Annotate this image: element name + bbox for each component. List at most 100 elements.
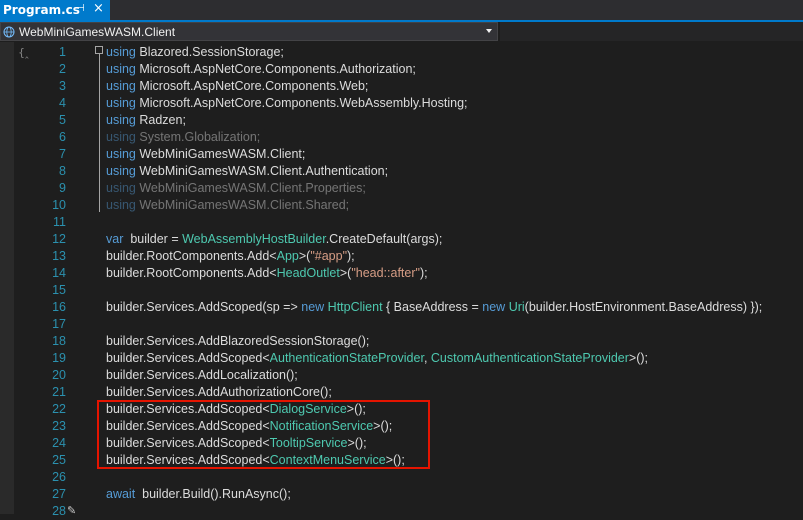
code-token: System.Globalization; [139, 130, 261, 144]
code-line[interactable]: 1 using Blazored.SessionStorage; [0, 44, 803, 61]
code-line[interactable]: 24 builder.Services.AddScoped<TooltipServ… [0, 435, 803, 452]
document-tab-strip: Program.cs ⊣ × [0, 0, 803, 20]
code-line[interactable]: 28 [0, 503, 803, 520]
tab-title: Program.cs [3, 3, 80, 17]
code-text: builder.Services.AddScoped<ContextMenuSe… [106, 452, 405, 469]
code-line[interactable]: 7 using WebMiniGamesWASM.Client; [0, 146, 803, 163]
line-number: 10 [52, 198, 66, 212]
code-line[interactable]: 6 using System.Globalization; [0, 129, 803, 146]
code-token: >(); [385, 453, 405, 467]
code-text: builder.Services.AddScoped<DialogService… [106, 401, 366, 418]
code-editor[interactable]: ✎ 1 using Blazored.SessionStorage; 2 using … [0, 42, 803, 518]
code-line[interactable]: 14 builder.RootComponents.Add<HeadOutlet>… [0, 265, 803, 282]
line-number: 24 [52, 436, 66, 450]
code-line[interactable]: 20 builder.Services.AddLocalization(); [0, 367, 803, 384]
line-number: 3 [59, 79, 66, 93]
code-text: using Radzen; [106, 112, 186, 129]
code-line[interactable]: 15 [0, 282, 803, 299]
code-token: builder = [126, 232, 183, 246]
code-line[interactable]: 3 using Microsoft.AspNetCore.Components.W… [0, 78, 803, 95]
code-token: , [423, 351, 431, 365]
close-icon[interactable]: × [93, 1, 104, 16]
code-line[interactable]: 17 [0, 316, 803, 333]
code-text: builder.Services.AddAuthorizationCore(); [106, 384, 332, 401]
code-token: >(); [347, 436, 367, 450]
code-token: WebMiniGamesWASM.Client.Authentication; [139, 164, 389, 178]
code-token: .CreateDefault(args); [325, 232, 443, 246]
code-line[interactable]: 26 [0, 469, 803, 486]
code-token: builder.Services.AddScoped< [106, 419, 270, 433]
code-text: builder.Services.AddScoped(sp => new Htt… [106, 299, 762, 316]
code-token: >(); [373, 419, 393, 433]
code-text: using WebMiniGamesWASM.Client; [106, 146, 305, 163]
code-line[interactable]: 10 using WebMiniGamesWASM.Client.Shared; [0, 197, 803, 214]
code-line[interactable]: 4 using Microsoft.AspNetCore.Components.W… [0, 95, 803, 112]
code-line[interactable]: 5 using Radzen; [0, 112, 803, 129]
code-token: >( [298, 249, 311, 263]
code-token: >(); [628, 351, 649, 365]
project-dropdown[interactable]: WebMiniGamesWASM.Client [0, 22, 498, 41]
code-line[interactable]: 13 builder.RootComponents.Add<App>("#app"… [0, 248, 803, 265]
code-token: using [106, 113, 140, 127]
code-token: >(); [346, 402, 366, 416]
line-number: 6 [59, 130, 66, 144]
code-token: var [106, 232, 127, 246]
code-token: DialogService [269, 402, 347, 416]
code-line[interactable]: 23 builder.Services.AddScoped<Notificatio… [0, 418, 803, 435]
code-token: WebAssemblyHostBuilder [182, 232, 326, 246]
line-number: 7 [59, 147, 66, 161]
code-token: AuthenticationStateProvider [269, 351, 424, 365]
code-token: builder.Services.AddScoped< [106, 351, 270, 365]
code-text: builder.Services.AddScoped<Authenticatio… [106, 350, 648, 367]
line-number: 16 [52, 300, 66, 314]
code-token: WebMiniGamesWASM.Client.Shared; [139, 198, 350, 212]
member-dropdown[interactable] [500, 22, 803, 41]
code-token: using [106, 45, 140, 59]
line-number: 9 [59, 181, 66, 195]
code-token: builder.Services.AddScoped< [106, 402, 270, 416]
code-token: NotificationService [269, 419, 374, 433]
line-number: 4 [59, 96, 66, 110]
line-number: 27 [52, 487, 66, 501]
code-line[interactable]: 18 builder.Services.AddBlazoredSessionSto… [0, 333, 803, 350]
code-token: TooltipService [269, 436, 348, 450]
code-line[interactable]: 25 builder.Services.AddScoped<ContextMenu… [0, 452, 803, 469]
code-line[interactable]: 9 using WebMiniGamesWASM.Client.Propertie… [0, 180, 803, 197]
code-token: >( [339, 266, 352, 280]
code-text: using System.Globalization; [106, 129, 260, 146]
tab-program-cs[interactable]: Program.cs ⊣ × [0, 0, 110, 20]
code-token: using [106, 164, 140, 178]
code-line[interactable]: 12 var builder = WebAssemblyHostBuilder.C… [0, 231, 803, 248]
code-token: using [106, 96, 140, 110]
globe-icon [3, 26, 15, 37]
code-line[interactable]: 16 builder.Services.AddScoped(sp => new H… [0, 299, 803, 316]
code-token: "head::after" [351, 266, 420, 280]
line-number: 17 [52, 317, 66, 331]
code-token: builder.Services.AddBlazoredSessionStora… [106, 334, 370, 348]
code-token: using [106, 198, 140, 212]
pin-icon[interactable]: ⊣ [76, 3, 85, 14]
line-number: 1 [59, 45, 66, 59]
code-token: Blazored.SessionStorage; [139, 45, 284, 59]
code-text: var builder = WebAssemblyHostBuilder.Cre… [106, 231, 442, 248]
code-token: { BaseAddress = [382, 300, 483, 314]
line-number: 26 [52, 470, 66, 484]
code-token: Microsoft.AspNetCore.Components.WebAssem… [139, 96, 468, 110]
code-token: Uri [505, 300, 525, 314]
code-line[interactable]: 11 [0, 214, 803, 231]
code-line[interactable]: 19 builder.Services.AddScoped<Authenticat… [0, 350, 803, 367]
code-token: ContextMenuService [269, 453, 386, 467]
code-line[interactable]: 8 using WebMiniGamesWASM.Client.Authentic… [0, 163, 803, 180]
code-line[interactable]: 2 using Microsoft.AspNetCore.Components.A… [0, 61, 803, 78]
code-line[interactable]: 21 builder.Services.AddAuthorizationCore(… [0, 384, 803, 401]
line-number: 22 [52, 402, 66, 416]
code-text: using Microsoft.AspNetCore.Components.We… [106, 95, 468, 112]
code-token: Radzen; [139, 113, 186, 127]
code-line[interactable]: 27 await builder.Build().RunAsync(); [0, 486, 803, 503]
code-line[interactable]: 22 builder.Services.AddScoped<DialogServi… [0, 401, 803, 418]
code-token: builder.Services.AddLocalization(); [106, 368, 298, 382]
code-token: builder.RootComponents.Add< [106, 249, 277, 263]
chevron-down-icon[interactable] [485, 27, 493, 35]
code-token: ); [419, 266, 428, 280]
code-token: builder.Build().RunAsync(); [138, 487, 291, 501]
